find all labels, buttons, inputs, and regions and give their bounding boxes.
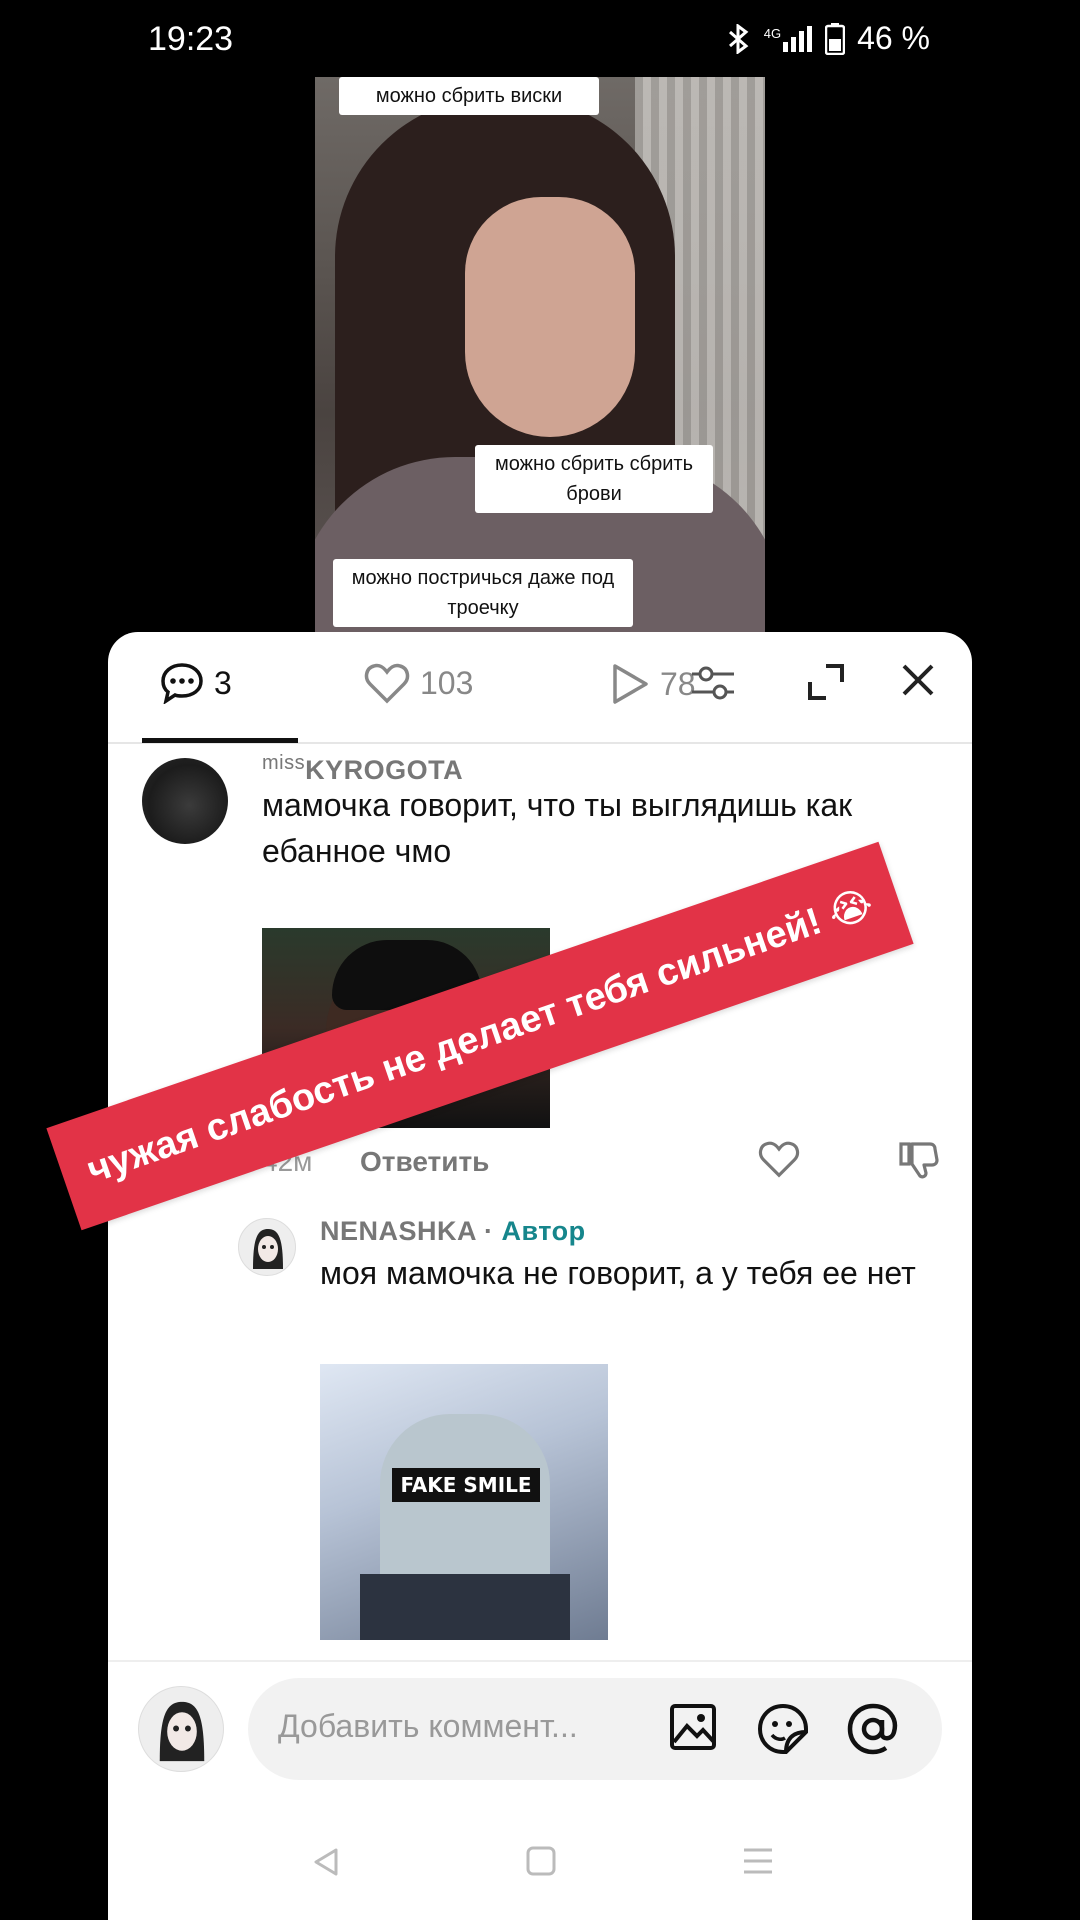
tab-views[interactable]: 78 — [610, 662, 696, 706]
username-text: KYROGOTA — [305, 755, 464, 785]
play-icon — [613, 664, 648, 704]
username-separator: · — [484, 1216, 494, 1246]
video-caption: можно постричься даже под троечку — [333, 559, 633, 627]
video-figure-face — [465, 197, 635, 437]
divider — [108, 1660, 972, 1662]
video-caption: можно сбрить сбрить брови — [475, 445, 713, 513]
active-tab-indicator — [142, 738, 298, 743]
username-prefix: miss — [262, 752, 306, 774]
close-icon[interactable] — [900, 662, 936, 703]
likes-count: 103 — [420, 664, 474, 701]
sticker-icon[interactable] — [756, 1702, 810, 1761]
image-icon[interactable] — [668, 1702, 718, 1757]
heart-icon — [364, 663, 410, 704]
video-caption: можно сбрить виски — [339, 77, 599, 115]
sheet-tabs: 3 103 78 — [108, 632, 972, 744]
status-bar: 19:23 4G 46 % — [0, 0, 1080, 80]
like-heart-icon[interactable] — [758, 1140, 800, 1183]
comment-username[interactable]: missKYROGOTA — [262, 752, 463, 786]
comment-text: моя мамочка не говорит, а у тебя ее нет — [320, 1255, 916, 1291]
nav-menu-icon[interactable] — [740, 1844, 776, 1883]
reply-button[interactable]: Ответить — [360, 1146, 489, 1178]
comment-input[interactable]: Добавить коммент... — [248, 1678, 942, 1780]
video-player[interactable]: можно сбрить виски можно сбрить сбрить б… — [315, 77, 765, 637]
status-icons: 4G 46 % — [726, 20, 930, 57]
avatar[interactable] — [238, 1218, 296, 1276]
mention-icon[interactable] — [846, 1702, 900, 1761]
status-time: 19:23 — [148, 20, 234, 58]
signal-icon: 4G — [763, 25, 813, 52]
dislike-icon[interactable] — [898, 1138, 940, 1185]
username-text: NENASHKA — [320, 1216, 477, 1246]
avatar[interactable] — [142, 758, 228, 844]
system-nav-bar — [108, 1822, 972, 1912]
comment-username[interactable]: NENASHKA · Автор — [320, 1216, 586, 1247]
comment-image[interactable]: FAKE SMILE — [320, 1364, 608, 1640]
comment-input-placeholder: Добавить коммент... — [278, 1708, 578, 1744]
nav-home-icon[interactable] — [524, 1844, 558, 1883]
nav-back-icon[interactable] — [308, 1844, 344, 1885]
network-type: 4G — [763, 25, 782, 41]
comment-icon — [161, 663, 203, 704]
filter-icon[interactable] — [690, 662, 736, 711]
comments-sheet: 3 103 78 missKYROGOTA мамочка говорит, ч… — [108, 632, 972, 1920]
tab-likes[interactable]: 103 — [364, 662, 473, 704]
comment-composer: Добавить коммент... — [108, 1678, 972, 1798]
expand-icon[interactable] — [806, 662, 846, 707]
image-character-jacket — [360, 1574, 570, 1640]
bluetooth-icon — [726, 23, 752, 54]
battery-level: 46 % — [857, 20, 930, 56]
author-badge: Автор — [501, 1216, 586, 1246]
battery-icon — [825, 22, 846, 55]
image-caption: FAKE SMILE — [392, 1468, 540, 1502]
user-avatar[interactable] — [138, 1686, 224, 1772]
comments-count: 3 — [214, 664, 232, 701]
tab-comments[interactable]: 3 — [160, 662, 232, 704]
